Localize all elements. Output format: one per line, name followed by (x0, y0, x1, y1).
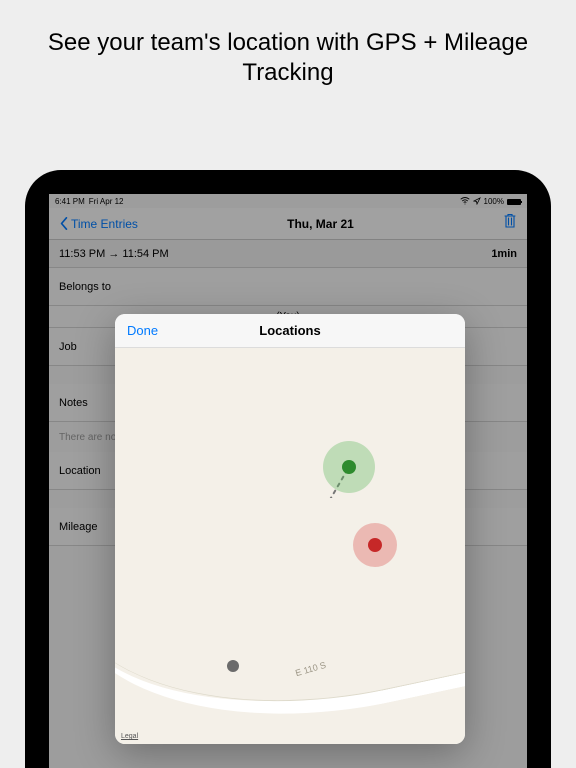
time-range-row[interactable]: 11:53 PM → 11:54 PM 1min (49, 240, 527, 268)
status-date: Fri Apr 12 (89, 197, 124, 206)
job-label: Job (59, 341, 77, 353)
notes-label: Notes (59, 397, 88, 409)
delete-button[interactable] (503, 213, 517, 234)
promo-title: See your team's location with GPS + Mile… (0, 0, 576, 108)
back-button[interactable]: Time Entries (59, 217, 138, 231)
status-time: 6:41 PM (55, 197, 85, 206)
end-pin[interactable] (368, 538, 382, 552)
location-icon (473, 197, 481, 207)
map-view[interactable]: E 110 S Legal (115, 348, 465, 744)
back-label: Time Entries (71, 217, 138, 231)
start-time: 11:53 PM (59, 248, 105, 260)
end-time: 11:54 PM (122, 248, 168, 260)
page-title: Thu, Mar 21 (287, 217, 354, 231)
nav-bar: Time Entries Thu, Mar 21 (49, 208, 527, 240)
battery-icon (507, 199, 521, 205)
mileage-label: Mileage (59, 521, 98, 533)
locations-modal: Done Locations E 110 S Legal (115, 314, 465, 744)
trash-icon (503, 213, 517, 229)
map-road (115, 484, 465, 744)
modal-title: Locations (259, 323, 320, 338)
start-pin[interactable] (342, 460, 356, 474)
origin-pin[interactable] (227, 660, 239, 672)
belongs-to-label: Belongs to (59, 281, 111, 293)
modal-header: Done Locations (115, 314, 465, 348)
map-legal-link[interactable]: Legal (121, 733, 138, 740)
status-bar: 6:41 PM Fri Apr 12 100% (49, 194, 527, 208)
battery-percent: 100% (484, 197, 504, 206)
device-frame: 6:41 PM Fri Apr 12 100% Time Entries Thu… (25, 170, 551, 768)
location-label: Location (59, 465, 101, 477)
belongs-to-row[interactable]: Belongs to (49, 268, 527, 306)
wifi-icon (460, 197, 470, 207)
chevron-left-icon (59, 217, 69, 230)
done-button[interactable]: Done (127, 323, 158, 338)
app-screen: 6:41 PM Fri Apr 12 100% Time Entries Thu… (49, 194, 527, 768)
duration: 1min (491, 248, 517, 260)
arrow-icon: → (108, 248, 119, 260)
